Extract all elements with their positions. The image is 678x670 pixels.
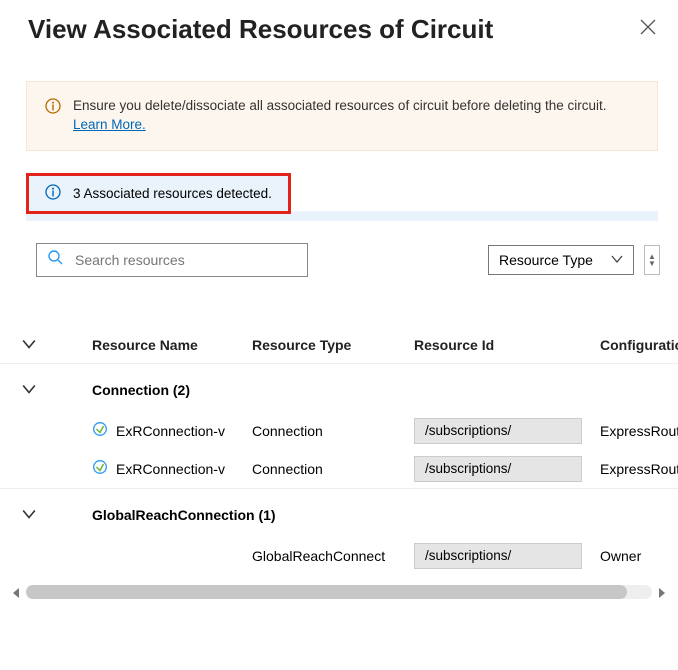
collapse-all-icon[interactable] <box>22 337 92 353</box>
info-icon <box>45 184 61 203</box>
col-name: Resource Name <box>92 337 252 353</box>
learn-more-link[interactable]: Learn More. <box>73 117 146 132</box>
connection-icon <box>92 421 108 440</box>
sort-down-icon: ▼ <box>645 260 659 267</box>
search-icon <box>47 249 63 270</box>
row-cfg: Owner <box>600 548 678 564</box>
resource-type-label: Resource Type <box>499 252 593 268</box>
close-icon[interactable] <box>640 19 656 40</box>
scroll-right-icon[interactable] <box>656 586 668 598</box>
table-row: ExRConnection-v Connection /subscription… <box>0 412 678 450</box>
row-name[interactable]: ExRConnection-v <box>116 423 225 439</box>
search-field[interactable] <box>73 251 297 269</box>
col-cfg: Configuration <box>600 337 678 353</box>
table-row: ExRConnection-v Connection /subscription… <box>0 450 678 488</box>
horizontal-scrollbar[interactable] <box>0 581 678 599</box>
group-title: Connection (2) <box>92 382 678 398</box>
chevron-down-icon <box>22 382 92 398</box>
warning-text: Ensure you delete/dissociate all associa… <box>73 98 607 113</box>
chevron-down-icon <box>611 252 623 268</box>
group-header[interactable]: GlobalReachConnection (1) <box>0 488 678 537</box>
resource-type-select[interactable]: Resource Type <box>488 245 634 275</box>
table-row: GlobalReachConnect /subscriptions/ Owner <box>0 537 678 575</box>
info-text: 3 Associated resources detected. <box>73 186 272 201</box>
col-type: Resource Type <box>252 337 414 353</box>
col-id: Resource Id <box>414 337 600 353</box>
row-cfg: ExpressRoute <box>600 423 678 439</box>
row-id[interactable]: /subscriptions/ <box>414 418 582 444</box>
search-input[interactable] <box>36 243 308 277</box>
row-type: GlobalReachConnect <box>252 548 414 564</box>
warning-icon <box>45 98 61 120</box>
column-headers: Resource Name Resource Type Resource Id … <box>0 337 678 363</box>
warning-banner: Ensure you delete/dissociate all associa… <box>26 81 658 151</box>
sort-toggle[interactable]: ▲ ▼ <box>644 245 660 275</box>
scroll-left-icon[interactable] <box>10 586 22 598</box>
group-title: GlobalReachConnection (1) <box>92 507 678 523</box>
group-header[interactable]: Connection (2) <box>0 363 678 412</box>
row-cfg: ExpressRoute <box>600 461 678 477</box>
connection-icon <box>92 459 108 478</box>
row-id[interactable]: /subscriptions/ <box>414 456 582 482</box>
chevron-down-icon <box>22 507 92 523</box>
info-banner: 3 Associated resources detected. <box>26 173 291 214</box>
row-type: Connection <box>252 423 414 439</box>
row-name[interactable]: ExRConnection-v <box>116 461 225 477</box>
row-type: Connection <box>252 461 414 477</box>
page-title: View Associated Resources of Circuit <box>28 14 493 45</box>
row-id[interactable]: /subscriptions/ <box>414 543 582 569</box>
